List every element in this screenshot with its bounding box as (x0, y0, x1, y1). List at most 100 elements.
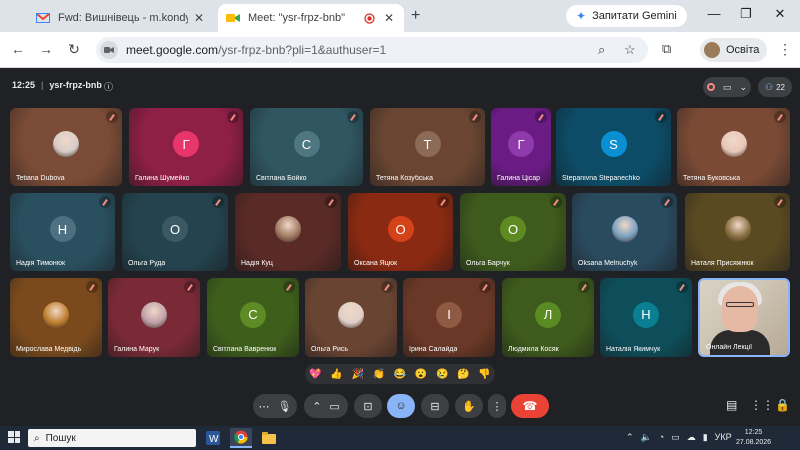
bookmark-star-icon[interactable]: ☆ (624, 42, 636, 58)
participant-tile[interactable]: Н Наталія Якимчук (600, 278, 692, 357)
participant-tile[interactable]: Мирослава Медвідь (10, 278, 102, 357)
recording-controls[interactable]: ▭ ⌄ (703, 77, 751, 97)
cloud-icon[interactable]: ☁ (687, 432, 696, 443)
participant-tile[interactable]: Г Галина Шумейко (129, 108, 243, 186)
muted-mic-icon (106, 111, 118, 123)
reaction-thumbs-up[interactable]: 👍 (329, 369, 345, 380)
participant-tile[interactable]: Ольга Рись (305, 278, 397, 357)
captions-button[interactable]: ⊟ (421, 394, 449, 418)
extensions-icon[interactable]: ⧉ (662, 41, 671, 57)
muted-mic-icon (535, 111, 547, 123)
recording-icon (362, 11, 376, 25)
participant-name: Галина Шумейко (135, 175, 190, 182)
participants-button[interactable]: ⚇ 22 (758, 77, 792, 97)
info-icon[interactable]: ⓘ (104, 80, 113, 93)
microphone-icon: 🎙 (277, 400, 292, 413)
more-options-button[interactable]: ⋮ (488, 394, 506, 418)
reaction-surprised[interactable]: 😮 (413, 369, 429, 380)
close-tab-icon[interactable]: ✕ (192, 11, 206, 25)
zoom-icon[interactable]: ⌕ (598, 42, 605, 58)
tab-meet[interactable]: Meet: "ysr-frpz-bnb" ✕ (218, 4, 404, 32)
new-tab-button[interactable]: + (411, 7, 420, 25)
self-view-tile[interactable]: Онлайн Лекції (698, 278, 790, 357)
reaction-sad[interactable]: 😢 (434, 369, 450, 380)
back-icon[interactable]: ← (9, 41, 27, 57)
windows-start-icon[interactable] (8, 431, 20, 443)
chat-icon[interactable]: ▤ (726, 398, 737, 412)
chevron-up-icon: ⌃ (312, 400, 322, 413)
participant-tile[interactable]: І Ірина Салайда (403, 278, 495, 357)
avatar-photo (53, 131, 79, 157)
taskbar-clock[interactable]: 12:25 27.08.2026 (736, 428, 771, 448)
recording-icon (706, 83, 715, 91)
reload-icon[interactable]: ↻ (65, 41, 83, 58)
participant-name: Oksana Melnuchyk (578, 260, 638, 267)
participant-tile[interactable]: О Оксана Яцюк (348, 193, 453, 271)
present-button[interactable]: ⊡ (354, 394, 382, 418)
camera-button[interactable]: ⌃ ▭ (304, 394, 348, 418)
participant-tile[interactable]: Н Надія Тимонюк (10, 193, 115, 271)
participant-tile[interactable]: Галина Марук (108, 278, 200, 357)
leave-call-button[interactable]: ☎ (511, 394, 549, 418)
meeting-header: 12:25 | ysr-frpz-bnb ⓘ ▭ ⌄ ⚇ 22 (0, 72, 800, 102)
url-text: meet.google.com/ysr-frpz-bnb?pli=1&authu… (126, 43, 387, 57)
svg-text:W: W (209, 434, 219, 445)
tab-title: Fwd: Вишнівець - m.kondyrjeva@ (58, 12, 188, 24)
close-window-icon[interactable]: ✕ (770, 6, 790, 22)
profile-button[interactable]: Освіта (700, 38, 768, 62)
muted-mic-icon (325, 196, 337, 208)
participant-tile[interactable]: Л Людмила Косяк (502, 278, 594, 357)
chrome-app-icon[interactable] (230, 428, 252, 448)
reaction-party[interactable]: 🎉 (350, 369, 366, 380)
participant-tile[interactable]: Т Тетяна Козубська (370, 108, 485, 186)
participant-tile[interactable]: Надія Куц (235, 193, 341, 271)
meeting-time: 12:25 (12, 80, 36, 90)
participant-tile[interactable]: Oksana Melnuchyk (572, 193, 677, 271)
reaction-clap[interactable]: 👏 (371, 369, 387, 380)
participant-tile[interactable]: О Ольга Руда (122, 193, 228, 271)
tab-gmail[interactable]: Fwd: Вишнівець - m.kondyrjeva@ ✕ (28, 4, 214, 32)
emoji-button[interactable]: ☺ (387, 394, 415, 418)
participant-name: Ольга Руда (128, 260, 166, 267)
microphone-button[interactable]: ⋯ 🎙 (253, 394, 297, 418)
address-bar[interactable]: meet.google.com/ysr-frpz-bnb?pli=1&authu… (96, 37, 648, 63)
avatar-photo (275, 216, 301, 242)
reaction-thumbs-down[interactable]: 👎 (476, 369, 492, 380)
participant-tile[interactable]: С Світлана Вавренюк (207, 278, 299, 357)
reaction-thinking[interactable]: 🤔 (455, 369, 471, 380)
battery-icon[interactable]: ▮ (703, 432, 708, 443)
ask-gemini-button[interactable]: ✦ Запитати Gemini (566, 5, 687, 27)
muted-mic-icon (655, 111, 667, 123)
participant-tile[interactable]: Тетяна Буковська (677, 108, 790, 186)
participant-tile[interactable]: Tetiana Dubova (10, 108, 122, 186)
file-explorer-icon[interactable] (258, 428, 280, 448)
reaction-laugh[interactable]: 😂 (392, 369, 408, 380)
restore-icon[interactable]: ❐ (736, 6, 756, 22)
participant-tile[interactable]: С Світлана Бойко (250, 108, 363, 186)
keyboard-language[interactable]: УКР (715, 432, 732, 443)
avatar-photo (43, 301, 69, 328)
avatar-initial: О (500, 216, 526, 242)
participant-name: Онлайн Лекції (706, 344, 753, 351)
participant-tile[interactable]: S Stepanivna Stepanechko (556, 108, 671, 186)
reaction-heart[interactable]: 💖 (308, 369, 324, 380)
network-icon[interactable]: ▭ (671, 432, 680, 443)
participant-tile[interactable]: Г Галина Цісар (491, 108, 551, 186)
activities-icon[interactable]: ⋮⋮ (750, 398, 774, 412)
word-app-icon[interactable]: W (202, 428, 224, 448)
site-info-icon[interactable] (100, 41, 118, 59)
volume-icon[interactable]: 🔈 (641, 432, 652, 443)
clock-time: 12:25 (744, 429, 763, 436)
browser-menu-icon[interactable]: ⋮ (778, 41, 792, 58)
close-tab-icon[interactable]: ✕ (382, 11, 396, 25)
participant-tile[interactable]: О Ольга Барчук (460, 193, 566, 271)
forward-icon[interactable]: → (37, 41, 55, 57)
taskbar-search[interactable]: ⌕ Пошук (28, 429, 196, 447)
participant-tile[interactable]: Наталя Присяжнюк (685, 193, 790, 271)
host-controls-icon[interactable]: 🔒 (775, 398, 790, 412)
chevron-up-icon[interactable]: ⌃ (626, 432, 634, 443)
raise-hand-button[interactable]: ✋ (455, 394, 483, 418)
participant-name: Світлана Бойко (256, 175, 307, 182)
wifi-icon[interactable]: ◔ (659, 432, 664, 443)
minimize-icon[interactable]: — (704, 6, 724, 21)
